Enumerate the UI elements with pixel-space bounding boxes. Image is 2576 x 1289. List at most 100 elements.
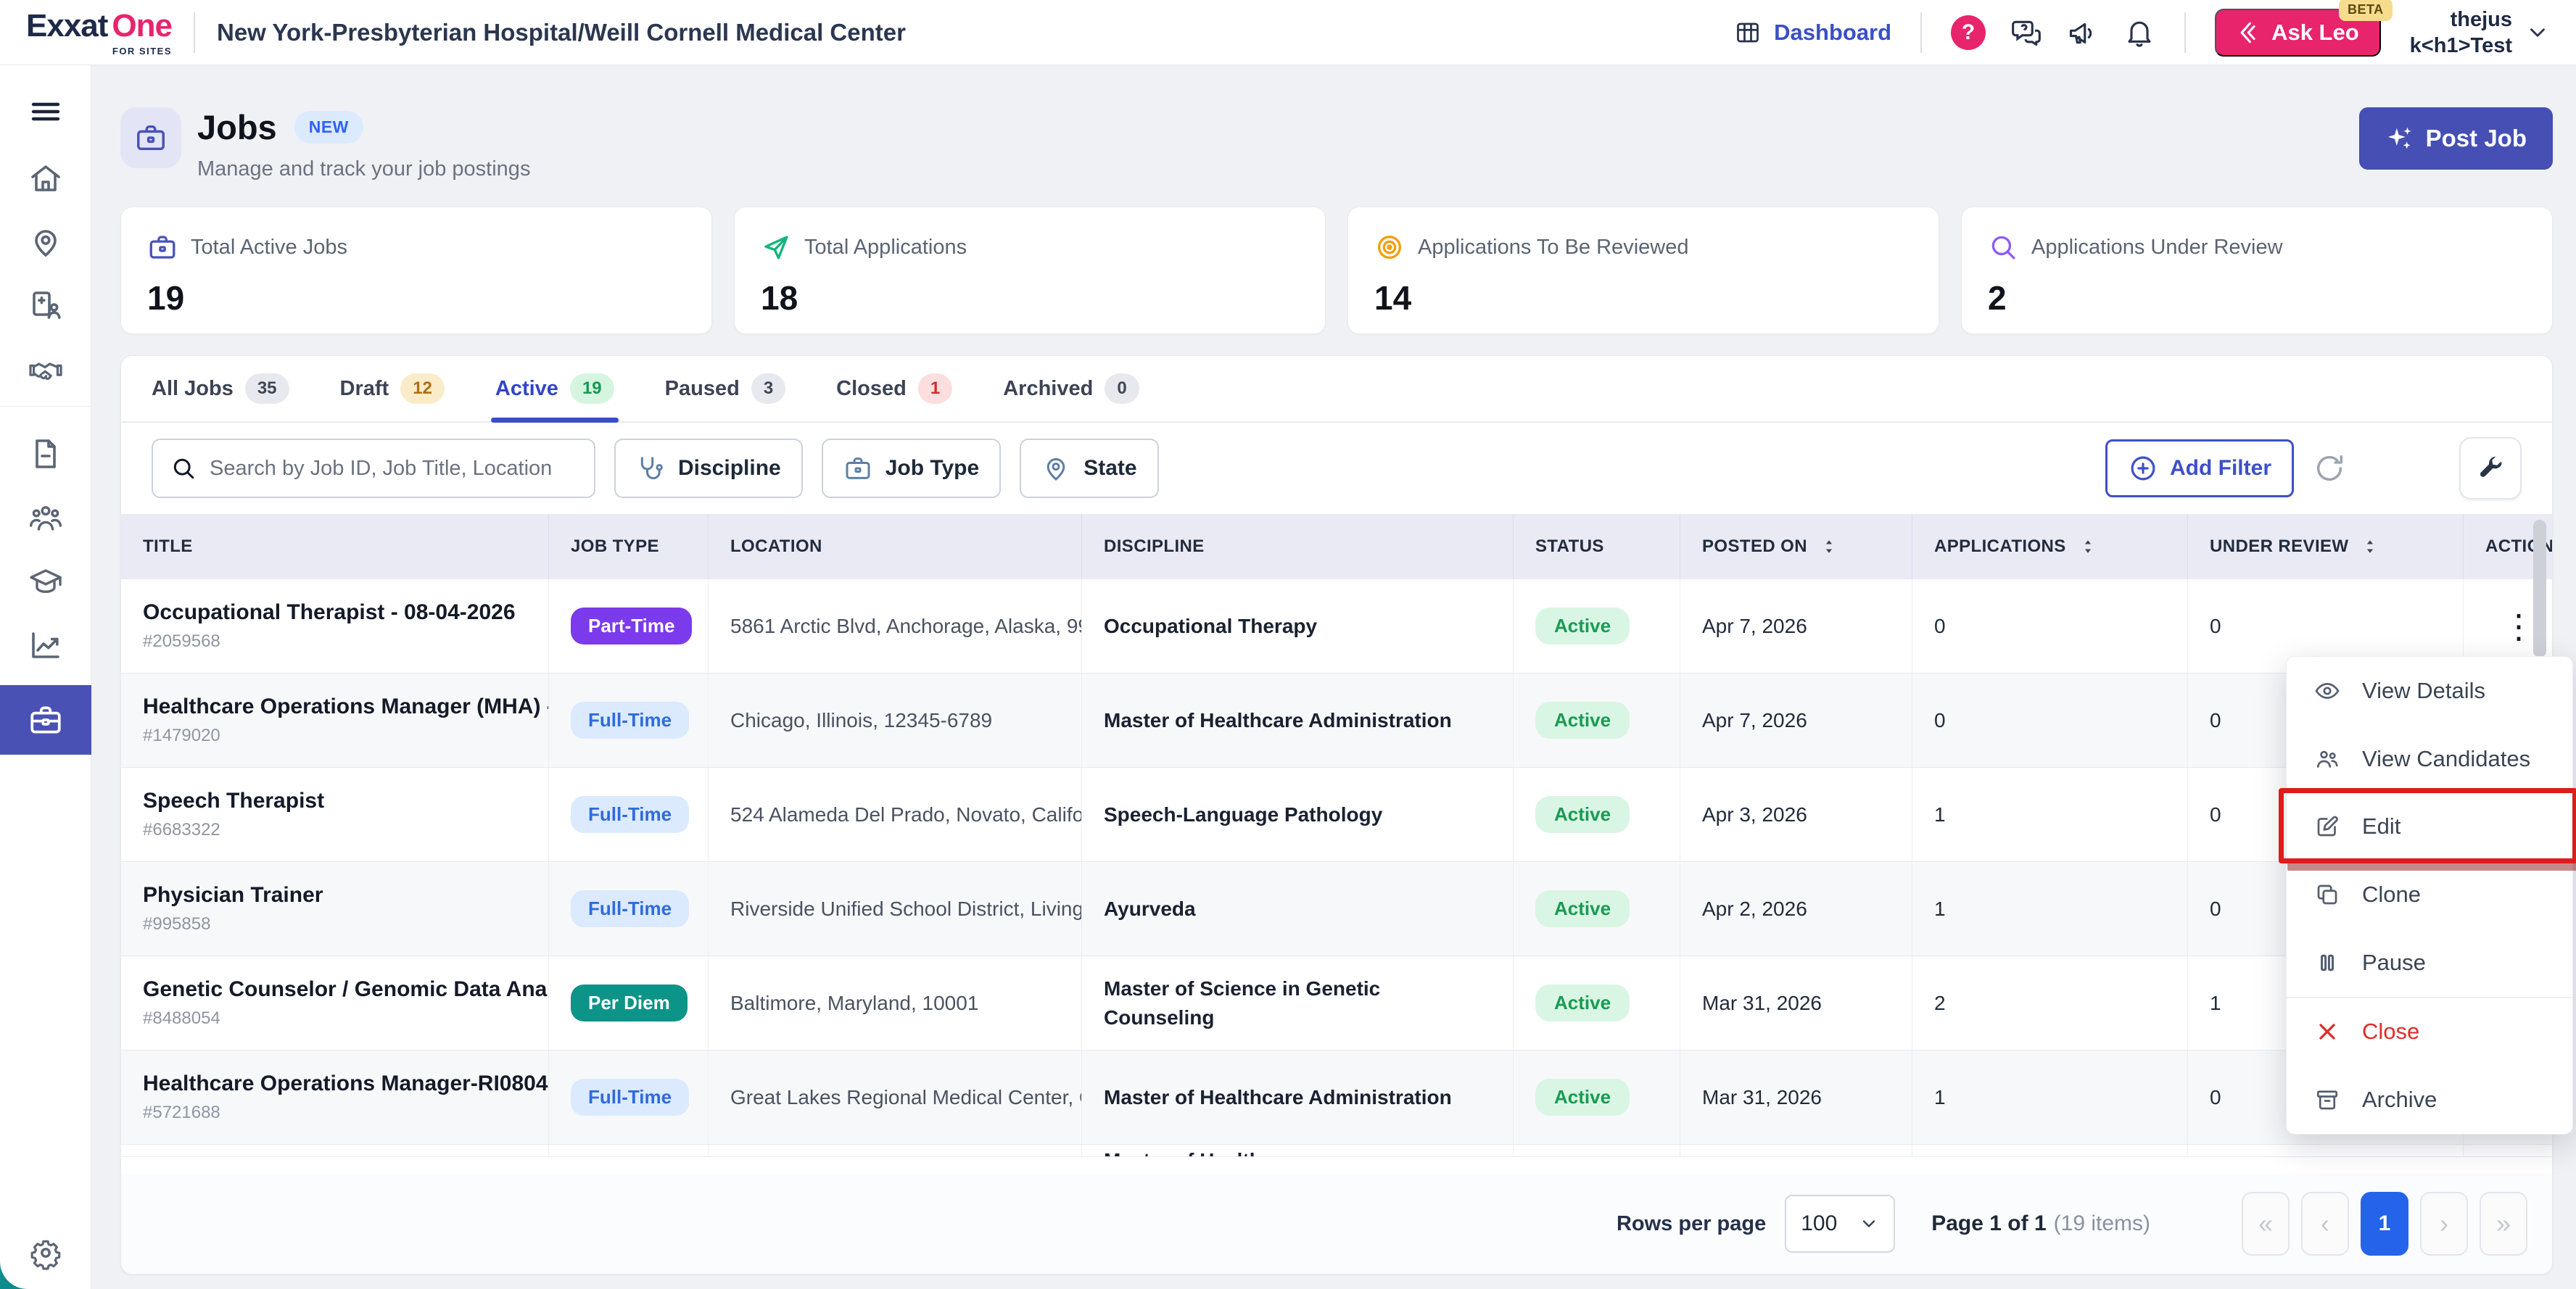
map-pin-icon <box>1041 454 1070 483</box>
sidebar <box>0 65 91 1289</box>
chevron-down-icon <box>1859 1214 1879 1234</box>
status-badge: Active <box>1535 985 1630 1021</box>
new-badge: NEW <box>294 111 363 144</box>
last-page-button[interactable]: » <box>2480 1192 2527 1256</box>
jobs-page-icon <box>120 107 181 168</box>
org-name: New York-Presbyterian Hospital/Weill Cor… <box>217 19 906 46</box>
status-badge: Active <box>1535 796 1630 833</box>
column-posted-on[interactable]: POSTED ON <box>1680 514 1912 579</box>
job-type-filter-button[interactable]: Job Type <box>822 439 1001 498</box>
sidebar-item-analytics-icon[interactable] <box>0 628 91 663</box>
tab-draft[interactable]: Draft12 <box>340 356 445 421</box>
discipline-filter-button[interactable]: Discipline <box>614 439 803 498</box>
job-title[interactable]: Genetic Counselor / Genomic Data Anal... <box>143 977 548 1002</box>
table-row-clipped: Master of Health <box>121 1145 2552 1157</box>
announcements-megaphone-icon[interactable] <box>2067 17 2099 49</box>
state-filter-button[interactable]: State <box>1020 439 1158 498</box>
job-title[interactable]: Physician Trainer <box>143 883 548 908</box>
page-title: Jobs <box>197 107 277 147</box>
brand-secondary: One <box>112 8 172 44</box>
sidebar-item-partnerships-icon[interactable] <box>0 352 91 387</box>
next-page-button[interactable]: › <box>2420 1192 2468 1256</box>
briefcase-icon <box>843 454 872 483</box>
post-job-button[interactable]: Post Job <box>2359 107 2553 170</box>
tab-archived[interactable]: Archived0 <box>1003 356 1139 421</box>
refresh-icon[interactable] <box>2313 452 2346 485</box>
menu-hamburger-icon[interactable] <box>0 94 91 129</box>
jobs-tabs: All Jobs35 Draft12 Active19 Paused3 Clos… <box>121 356 2552 423</box>
search-box[interactable] <box>152 439 595 498</box>
briefcase-icon <box>147 232 178 262</box>
table-footer: Rows per page 100 Page 1 of 1(19 items) … <box>121 1174 2552 1274</box>
exxat-one-logo[interactable]: Exxat One FOR SITES <box>26 8 172 57</box>
job-discipline: Master of Healthcare Administration <box>1082 1050 1514 1144</box>
column-title: TITLE <box>121 514 549 579</box>
job-id: #995858 <box>143 914 548 934</box>
sidebar-item-documents-icon[interactable] <box>0 436 91 471</box>
sidebar-item-jobs-active[interactable] <box>0 685 91 755</box>
stat-label: Total Active Jobs <box>191 236 347 260</box>
ask-leo-button[interactable]: Ask Leo BETA <box>2215 9 2381 57</box>
brand-primary: Exxat <box>26 8 107 44</box>
menu-item-pause[interactable]: Pause <box>2287 929 2572 997</box>
vertical-scrollbar[interactable] <box>2533 520 2546 658</box>
sidebar-item-clinical-rotations-icon[interactable] <box>0 289 91 323</box>
feedback-chat-icon[interactable] <box>2010 17 2042 49</box>
previous-page-button[interactable]: ‹ <box>2301 1192 2349 1256</box>
add-filter-button[interactable]: Add Filter <box>2105 439 2294 497</box>
notifications-bell-icon[interactable] <box>2123 17 2155 49</box>
job-discipline: Ayurveda <box>1082 862 1514 956</box>
sort-icon[interactable] <box>2078 536 2098 557</box>
sidebar-item-home-icon[interactable] <box>0 161 91 196</box>
tab-paused[interactable]: Paused3 <box>665 356 786 421</box>
job-title[interactable]: Healthcare Operations Manager-RI0804... <box>143 1072 548 1096</box>
menu-item-clone[interactable]: Clone <box>2287 861 2572 929</box>
sidebar-item-locations-icon[interactable] <box>0 225 91 260</box>
table-row: Genetic Counselor / Genomic Data Anal...… <box>121 956 2552 1050</box>
eye-icon <box>2314 678 2340 704</box>
job-title[interactable]: Healthcare Operations Manager (MHA) - ..… <box>143 695 548 719</box>
rows-per-page-label: Rows per page <box>1617 1212 1766 1236</box>
sort-icon[interactable] <box>2360 536 2380 557</box>
job-id: #1479020 <box>143 726 548 746</box>
user-menu[interactable]: thejus k<h1>Test <box>2410 7 2550 59</box>
dashboard-link[interactable]: Dashboard <box>1732 17 1891 49</box>
menu-item-archive[interactable]: Archive <box>2287 1066 2572 1134</box>
applications-count: 0 <box>1912 673 2188 767</box>
page-1-button[interactable]: 1 <box>2361 1192 2408 1256</box>
ask-leo-label: Ask Leo <box>2271 20 2359 46</box>
rows-per-page-select[interactable]: 100 <box>1785 1195 1895 1253</box>
menu-item-view-candidates[interactable]: View Candidates <box>2287 725 2572 793</box>
search-input[interactable] <box>210 457 577 481</box>
search-icon <box>170 455 197 481</box>
sidebar-item-people-icon[interactable] <box>0 500 91 535</box>
job-type-badge: Full-Time <box>571 702 689 739</box>
job-discipline: Master of Healthcare Administration <box>1082 673 1514 767</box>
column-applications[interactable]: APPLICATIONS <box>1912 514 2188 579</box>
first-page-button[interactable]: « <box>2242 1192 2290 1256</box>
sidebar-item-education-icon[interactable] <box>0 564 91 599</box>
tab-active[interactable]: Active19 <box>495 356 614 421</box>
column-discipline: DISCIPLINE <box>1082 514 1514 579</box>
menu-item-close[interactable]: Close <box>2287 998 2572 1066</box>
help-icon[interactable]: ? <box>1951 15 1986 50</box>
post-job-label: Post Job <box>2426 125 2527 152</box>
sort-icon[interactable] <box>1819 536 1839 557</box>
job-id: #8488054 <box>143 1008 548 1029</box>
table-settings-wrench-button[interactable] <box>2459 437 2522 500</box>
table-row: Healthcare Operations Manager (MHA) - ..… <box>121 673 2552 768</box>
tab-all-jobs[interactable]: All Jobs35 <box>152 356 289 421</box>
job-title[interactable]: Occupational Therapist - 08-04-2026 <box>143 600 548 625</box>
tab-closed[interactable]: Closed1 <box>836 356 952 421</box>
wrench-icon <box>2475 453 2506 484</box>
menu-item-edit[interactable]: Edit <box>2287 792 2572 861</box>
applications-count: 1 <box>1912 1050 2188 1144</box>
job-discipline: Speech-Language Pathology <box>1082 768 1514 861</box>
tab-count: 19 <box>570 373 614 404</box>
job-title[interactable]: Speech Therapist <box>143 789 548 813</box>
menu-item-view-details[interactable]: View Details <box>2287 657 2572 725</box>
tab-count: 3 <box>751 373 785 404</box>
column-under-review[interactable]: UNDER REVIEW <box>2188 514 2464 579</box>
settings-gear-icon[interactable] <box>0 1235 91 1270</box>
stat-value: 14 <box>1374 278 1912 318</box>
